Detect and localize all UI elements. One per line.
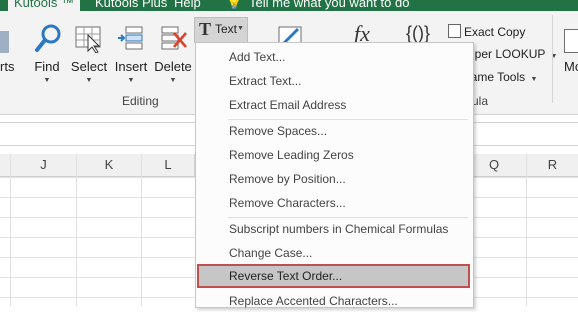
- menu-item-subscript-chemical[interactable]: Subscript numbers in Chemical Formulas: [197, 218, 470, 240]
- chevron-down-icon: ▼: [530, 76, 538, 83]
- super-lookup-button[interactable]: uper LOOKUP ▼: [468, 47, 557, 61]
- chevron-down-icon: ▼: [169, 77, 177, 84]
- menu-item-label: Reverse Text Order...: [229, 269, 343, 283]
- menu-item-extract-text[interactable]: Extract Text...: [197, 70, 470, 92]
- menu-item-reverse-text-order[interactable]: Reverse Text Order...: [197, 264, 470, 288]
- ribbon-separator: [552, 15, 553, 103]
- name-tools-label: lame Tools: [468, 70, 526, 84]
- magnifier-icon: [35, 24, 61, 52]
- menu-item-label: Remove Characters...: [229, 196, 346, 210]
- select-button[interactable]: Select ▼: [70, 11, 108, 91]
- menu-item-extract-email[interactable]: Extract Email Address: [197, 94, 470, 116]
- menu-item-label: Replace Accented Characters...: [229, 294, 398, 308]
- tab-help[interactable]: Help: [174, 0, 201, 11]
- chevron-down-icon: ▼: [85, 77, 93, 84]
- chevron-down-icon: ▼: [43, 77, 51, 84]
- menu-item-remove-spaces[interactable]: Remove Spaces...: [197, 120, 470, 142]
- exact-copy-button[interactable]: Exact Copy: [448, 24, 525, 39]
- more-label: Mo: [564, 59, 578, 74]
- menu-item-label: Extract Text...: [229, 74, 302, 88]
- find-button[interactable]: Find ▼: [28, 11, 66, 91]
- select-icon: [75, 26, 101, 53]
- tell-me-search[interactable]: Tell me what you want to do: [249, 0, 409, 11]
- more-icon: [564, 29, 578, 53]
- tab-kutools[interactable]: Kutools ™: [8, 0, 80, 11]
- select-label: Select: [70, 59, 108, 74]
- delete-button[interactable]: Delete ▼: [154, 11, 192, 91]
- more-button[interactable]: Mo: [560, 11, 578, 91]
- menu-item-replace-accented[interactable]: Replace Accented Characters...: [197, 290, 470, 312]
- menu-item-remove-by-position[interactable]: Remove by Position...: [197, 168, 470, 190]
- grid-line: [141, 154, 142, 306]
- copy-icon: [448, 24, 461, 38]
- column-header-l[interactable]: L: [142, 154, 195, 176]
- column-header-r[interactable]: R: [527, 154, 578, 176]
- insert-icon: [118, 26, 143, 50]
- group-label-editing: Editing: [122, 94, 159, 108]
- grid-line: [526, 154, 527, 306]
- ribbon-tab-bar: Kutools ™ Kutools Plus Help 💡 Tell me wh…: [0, 0, 578, 11]
- column-header-j[interactable]: J: [11, 154, 77, 176]
- grid-line: [76, 154, 77, 306]
- tab-kutools-plus[interactable]: Kutools Plus: [95, 0, 167, 11]
- menu-item-label: Subscript numbers in Chemical Formulas: [229, 222, 449, 236]
- text-button[interactable]: T Text ▼: [194, 17, 248, 43]
- text-button-label: Text: [215, 22, 238, 36]
- menu-item-label: Remove Leading Zeros: [229, 148, 354, 162]
- lightbulb-icon: 💡: [226, 0, 243, 10]
- menu-item-add-text[interactable]: Add Text...: [197, 46, 470, 68]
- chevron-down-icon: ▼: [127, 77, 135, 84]
- insert-label: Insert: [114, 59, 148, 74]
- column-header-k[interactable]: K: [77, 154, 142, 176]
- partial-left-label: rts: [0, 59, 15, 74]
- partial-left-button[interactable]: rts: [0, 11, 18, 91]
- delete-icon: [161, 26, 187, 50]
- menu-item-label: Extract Email Address: [229, 98, 347, 112]
- text-t-icon: T: [199, 19, 212, 39]
- grid-line: [10, 154, 11, 306]
- menu-item-label: Remove by Position...: [229, 172, 346, 186]
- menu-item-change-case[interactable]: Change Case...: [197, 242, 470, 264]
- name-tools-button[interactable]: lame Tools ▼: [468, 70, 537, 84]
- menu-item-remove-characters[interactable]: Remove Characters...: [197, 192, 470, 214]
- exact-copy-label: Exact Copy: [464, 25, 526, 39]
- menu-item-remove-leading-zeros[interactable]: Remove Leading Zeros: [197, 144, 470, 166]
- menu-item-label: Change Case...: [229, 246, 313, 260]
- insert-button[interactable]: Insert ▼: [112, 11, 150, 91]
- delete-label: Delete: [154, 59, 192, 74]
- find-label: Find: [34, 59, 60, 74]
- menu-item-label: Add Text...: [229, 50, 286, 64]
- text-dropdown-menu: Add Text... Extract Text... Extract Emai…: [195, 42, 474, 308]
- super-lookup-label: uper LOOKUP: [468, 47, 546, 61]
- group-label-formula: ula: [472, 94, 489, 108]
- chevron-down-icon: ▼: [237, 25, 244, 32]
- menu-item-label: Remove Spaces...: [229, 124, 328, 138]
- partial-icon: [0, 31, 9, 53]
